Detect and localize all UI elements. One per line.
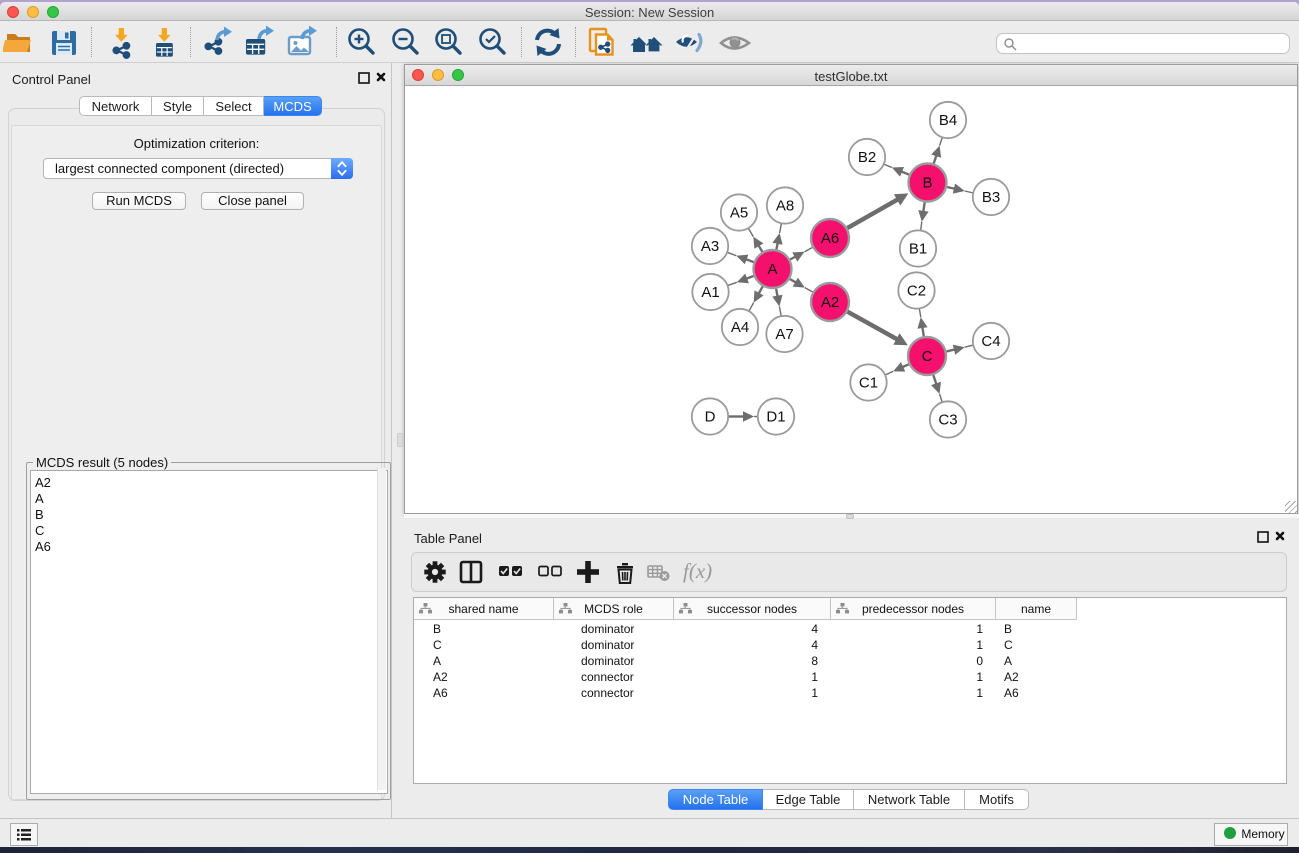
svg-text:C4: C4 <box>981 333 1000 350</box>
svg-text:A8: A8 <box>776 198 794 215</box>
svg-text:A2: A2 <box>821 294 839 311</box>
svg-text:A6: A6 <box>821 230 839 247</box>
svg-text:A4: A4 <box>731 319 749 336</box>
svg-text:A7: A7 <box>775 326 793 343</box>
svg-text:D: D <box>705 409 716 426</box>
svg-text:B4: B4 <box>939 112 957 129</box>
svg-text:C2: C2 <box>907 283 926 300</box>
svg-text:D1: D1 <box>766 409 785 426</box>
svg-text:B1: B1 <box>909 241 927 258</box>
svg-text:A3: A3 <box>701 238 719 255</box>
svg-text:C: C <box>922 348 933 365</box>
svg-text:A5: A5 <box>730 205 748 222</box>
svg-text:C3: C3 <box>938 412 957 429</box>
svg-text:B2: B2 <box>858 149 876 166</box>
svg-text:B: B <box>922 175 932 192</box>
svg-text:A: A <box>767 261 777 278</box>
svg-text:B3: B3 <box>982 189 1000 206</box>
svg-text:A1: A1 <box>701 284 719 301</box>
svg-text:C1: C1 <box>859 375 878 392</box>
